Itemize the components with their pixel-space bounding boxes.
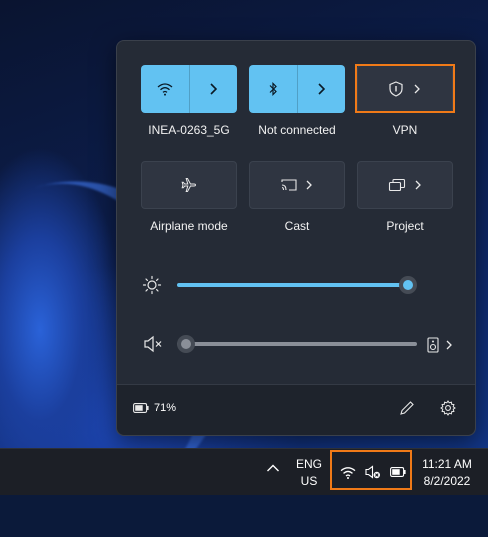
wifi-tile[interactable] [141, 65, 237, 113]
airplane-mode-tile[interactable] [141, 161, 237, 209]
gear-icon [440, 400, 456, 416]
volume-slider-track [177, 342, 417, 346]
language-indicator[interactable]: ENG US [292, 457, 326, 488]
brightness-icon [142, 275, 162, 295]
wifi-label: INEA-0263_5G [148, 123, 230, 137]
cast-tile[interactable] [249, 161, 345, 209]
airplane-mode-label: Airplane mode [150, 219, 228, 233]
bluetooth-toggle-button[interactable] [249, 65, 297, 113]
brightness-slider-thumb[interactable] [399, 276, 417, 294]
brightness-slider-fill [177, 283, 408, 287]
battery-percent: 71% [154, 402, 177, 414]
project-icon [388, 178, 406, 192]
airplane-icon [181, 178, 197, 192]
chevron-up-icon [267, 464, 279, 472]
show-hidden-icons-button[interactable] [266, 463, 280, 473]
system-tray-highlight-box [330, 450, 412, 490]
brightness-slider[interactable] [177, 275, 417, 295]
bluetooth-tile[interactable] [249, 65, 345, 113]
vpn-highlight-box [355, 64, 455, 113]
chevron-right-icon [306, 180, 312, 190]
keyboard-layout: US [300, 474, 318, 488]
bluetooth-expand-button[interactable] [296, 65, 346, 113]
wifi-toggle-button[interactable] [141, 65, 189, 113]
settings-button[interactable] [440, 400, 456, 416]
battery-status[interactable]: 71% [133, 402, 176, 414]
battery-icon [133, 403, 149, 413]
bluetooth-icon [269, 82, 277, 96]
chevron-right-icon [415, 180, 421, 190]
vpn-label: VPN [392, 123, 418, 137]
volume-muted-icon [144, 335, 162, 353]
taskbar: ENG US 11:21 AM 8/2/2022 [0, 448, 488, 495]
cast-label: Cast [284, 219, 310, 233]
project-tile[interactable] [357, 161, 453, 209]
volume-slider-thumb[interactable] [177, 335, 195, 353]
chevron-right-icon [210, 83, 218, 95]
project-label: Project [386, 219, 424, 233]
chevron-right-icon [446, 340, 452, 350]
volume-slider[interactable] [177, 334, 417, 354]
clock-date: 8/2/2022 [423, 474, 471, 488]
pencil-icon [400, 401, 414, 415]
speaker-icon [427, 337, 439, 353]
wifi-expand-button[interactable] [188, 65, 238, 113]
cast-icon [281, 179, 297, 191]
wifi-icon [157, 83, 173, 96]
language-code: ENG [295, 457, 322, 471]
chevron-right-icon [318, 83, 326, 95]
edit-quick-settings-button[interactable] [399, 400, 415, 416]
clock-time: 11:21 AM [422, 457, 472, 471]
quick-settings-footer: 71% [117, 384, 475, 435]
audio-output-button[interactable] [427, 336, 459, 354]
clock[interactable]: 11:21 AM 8/2/2022 [418, 457, 476, 488]
bluetooth-label: Not connected [258, 123, 336, 137]
